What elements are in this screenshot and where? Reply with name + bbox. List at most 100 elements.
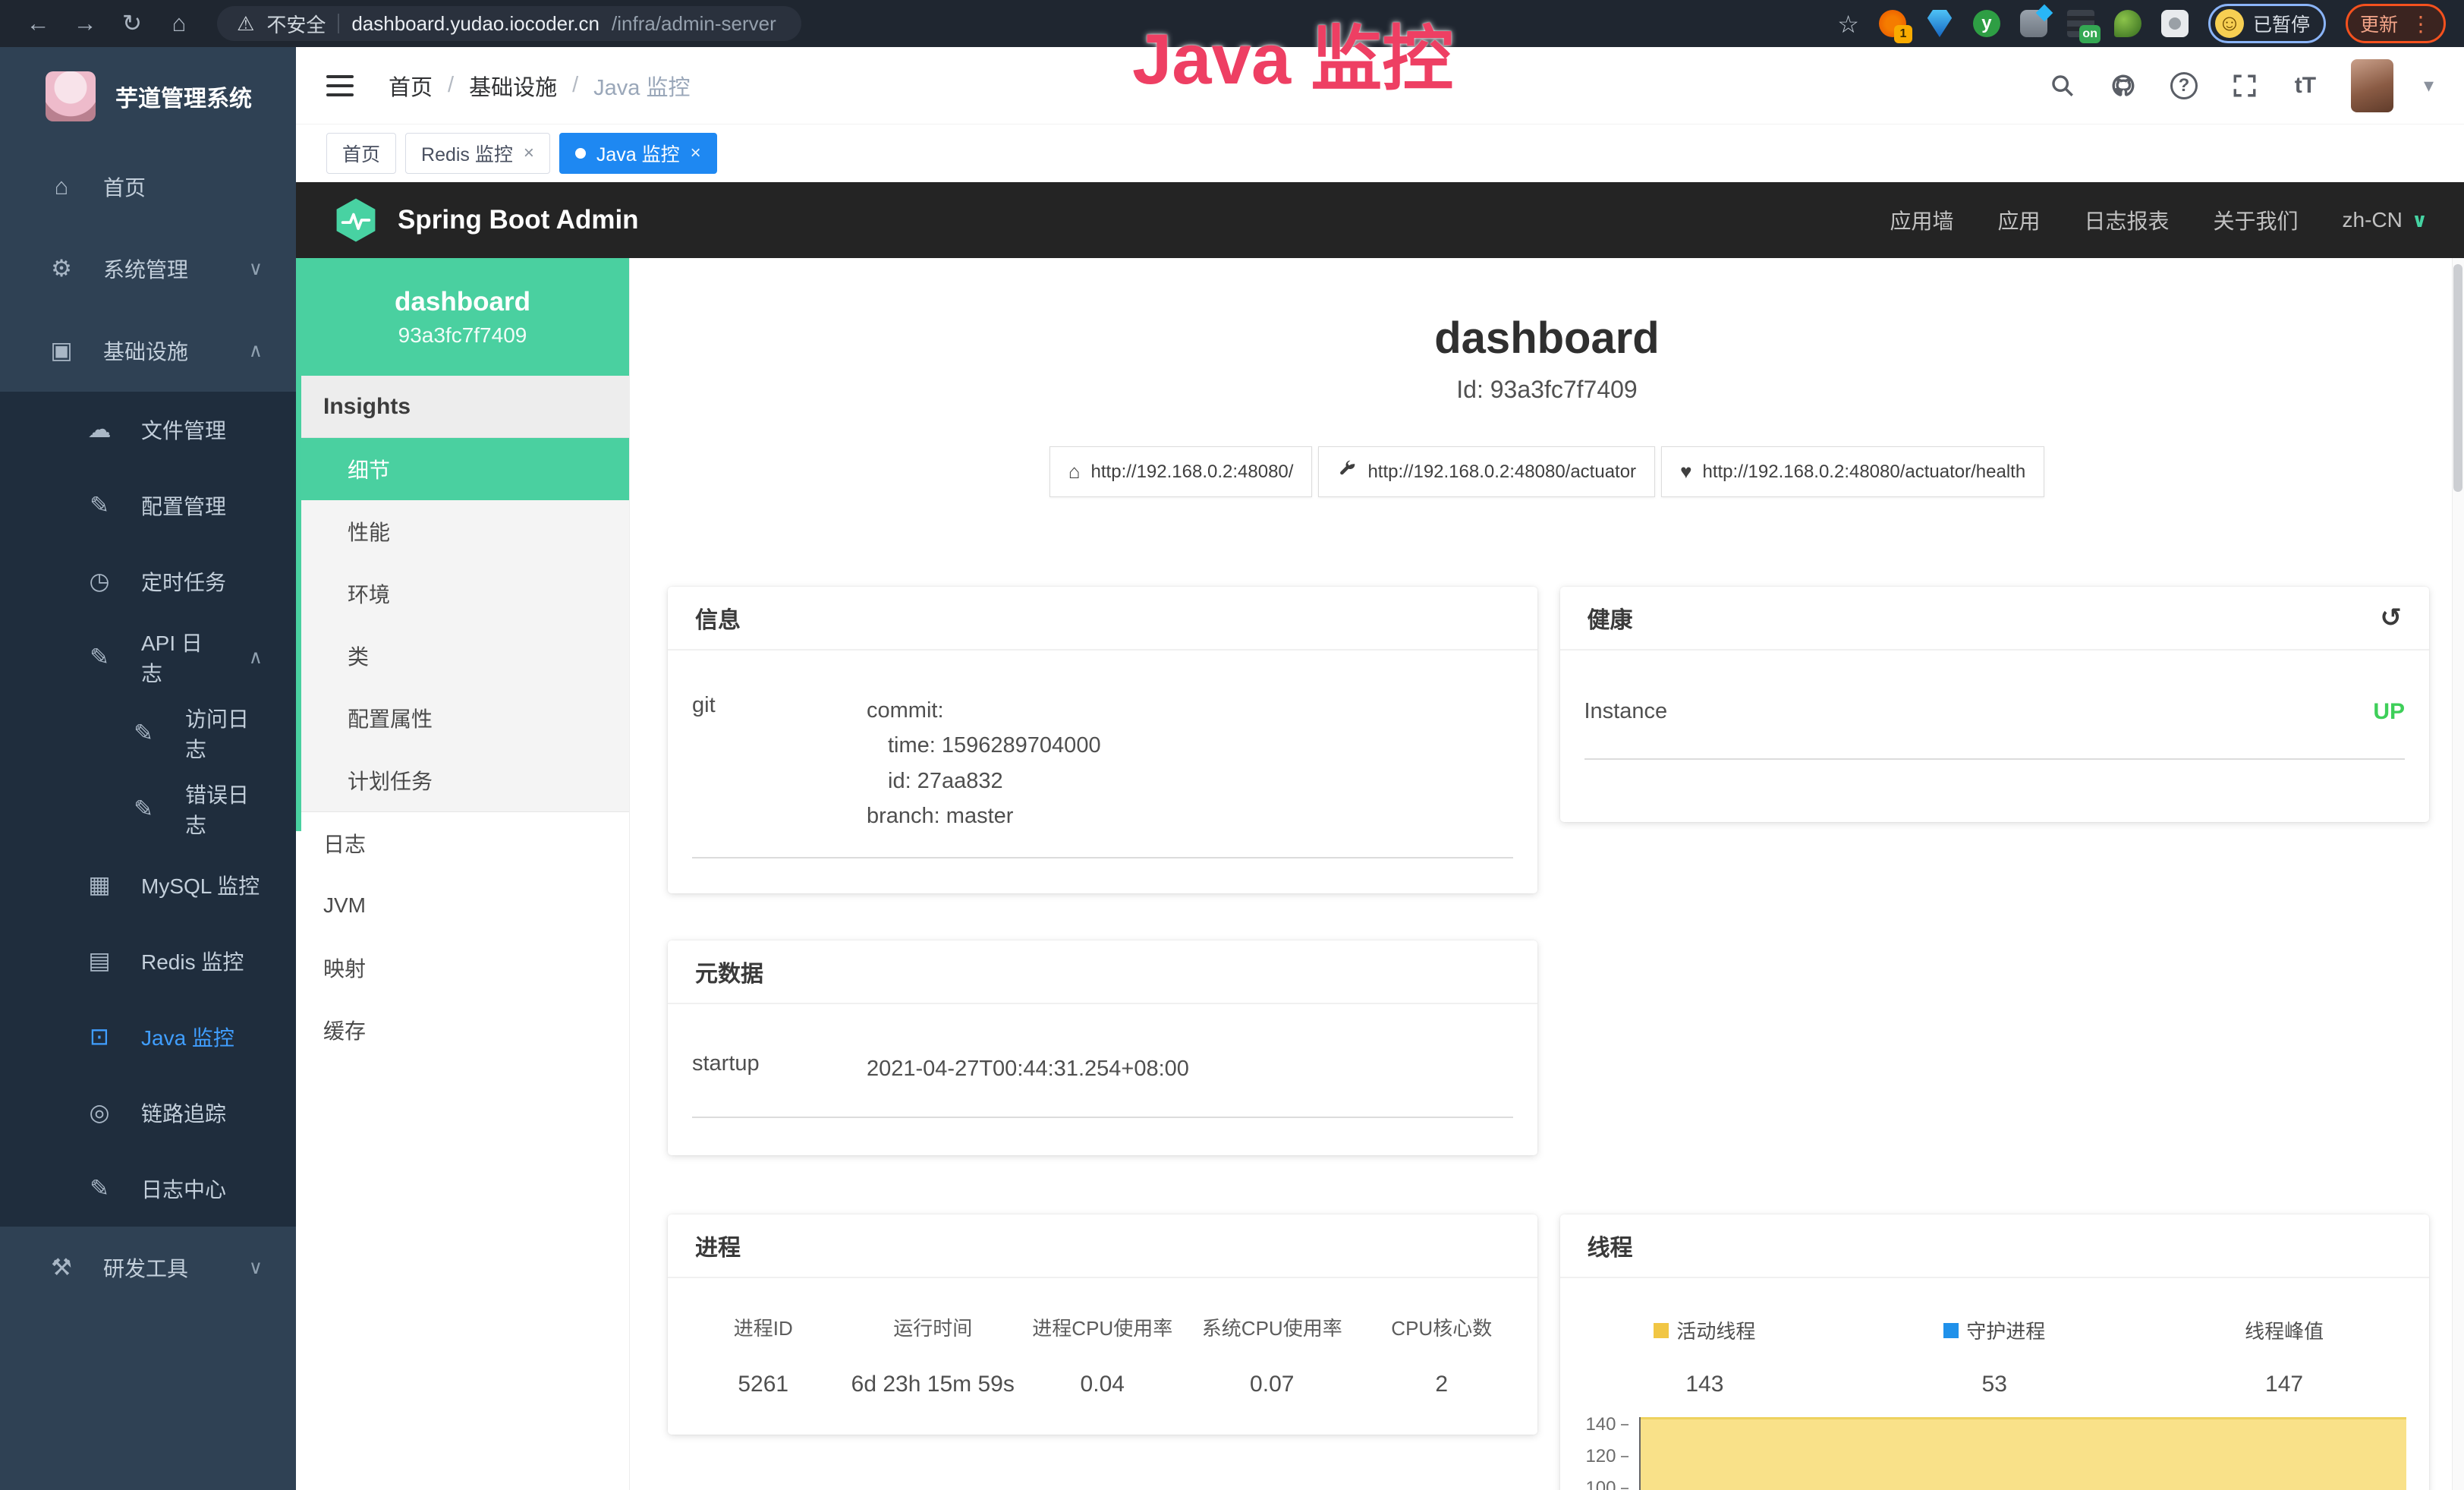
extension-y-glyph: y <box>1981 13 1991 34</box>
security-label[interactable]: 不安全 <box>266 10 326 38</box>
startup-label: startup <box>692 1051 867 1086</box>
subnav-item-configprops[interactable]: 配置属性 <box>296 687 629 749</box>
sidebar-item-home[interactable]: ⌂ 首页 <box>0 146 296 228</box>
instance-header[interactable]: dashboard 93a3fc7f7409 <box>296 258 629 376</box>
history-icon[interactable]: ↺ <box>2381 603 2403 633</box>
forward-icon[interactable]: → <box>65 10 105 37</box>
refresh-icon[interactable]: ↻ <box>112 10 152 37</box>
sidebar-item-jobs[interactable]: ◷ 定时任务 <box>0 543 296 619</box>
startup-value: 2021-04-27T00:44:31.254+08:00 <box>867 1051 1189 1086</box>
extension-icon-pin[interactable] <box>1926 10 1953 37</box>
subnav-item-classes[interactable]: 类 <box>296 625 629 687</box>
heartbeat-icon: ♥ <box>1680 460 1691 484</box>
sidebar-logo-row[interactable]: 芋道管理系统 <box>0 47 296 146</box>
content-pane: 首页 / 基础设施 / Java 监控 ? <box>296 47 2464 1490</box>
service-url-button[interactable]: ⌂ http://192.168.0.2:48080/ <box>1049 446 1313 497</box>
search-icon[interactable] <box>2047 71 2078 101</box>
subnav-item-logs[interactable]: 日志 <box>296 812 629 874</box>
extension-icon-y[interactable]: y <box>1973 10 2000 37</box>
security-warning-icon[interactable]: ⚠ <box>237 12 254 36</box>
tab-redis-monitor[interactable]: Redis 监控 × <box>405 133 550 174</box>
font-size-icon[interactable]: tT <box>2290 71 2321 101</box>
sidebar-item-access-log[interactable]: ✎ 访问日志 <box>0 695 296 771</box>
omnibox-divider <box>338 14 339 33</box>
breadcrumb-infra[interactable]: 基础设施 <box>469 70 557 102</box>
sidebar-item-label: 定时任务 <box>141 566 226 597</box>
language-label: zh-CN <box>2343 208 2403 232</box>
sidebar-item-label: 首页 <box>103 172 146 202</box>
sidebar-item-java-monitor[interactable]: ⊡ Java 监控 <box>0 999 296 1075</box>
address-bar[interactable]: ⚠ 不安全 dashboard.yudao.iocoder.cn/infra/a… <box>217 6 801 41</box>
avatar[interactable] <box>2351 59 2393 112</box>
url-path[interactable]: /infra/admin-server <box>612 12 776 36</box>
tab-java-monitor[interactable]: Java 监控 × <box>559 133 717 174</box>
browser-menu-icon[interactable]: ⋮ <box>2410 11 2431 36</box>
health-url-button[interactable]: ♥ http://192.168.0.2:48080/actuator/heal… <box>1661 446 2044 497</box>
subnav-item-details[interactable]: 细节 <box>296 438 629 500</box>
sidebar-item-config[interactable]: ✎ 配置管理 <box>0 468 296 543</box>
sba-link-about[interactable]: 关于我们 <box>2214 205 2299 235</box>
tab-home[interactable]: 首页 <box>326 133 396 174</box>
extensions-puzzle-icon[interactable] <box>2161 10 2189 37</box>
sidebar-item-error-log[interactable]: ✎ 错误日志 <box>0 771 296 847</box>
close-icon[interactable]: × <box>691 143 701 164</box>
metadata-card: 元数据 startup 2021-04-27T00:44:31.254+08:0… <box>668 940 1537 1155</box>
sba-body: dashboard 93a3fc7f7409 Insights 细节 性能 环境… <box>296 258 2464 1490</box>
subnav-item-scheduled-tasks[interactable]: 计划任务 <box>296 749 629 811</box>
subnav-item-metrics[interactable]: 性能 <box>296 500 629 562</box>
back-icon[interactable]: ← <box>18 10 58 37</box>
subnav-item-jvm[interactable]: JVM <box>296 874 629 937</box>
subnav-scrollbar[interactable] <box>296 376 301 831</box>
sba-sidenav: dashboard 93a3fc7f7409 Insights 细节 性能 环境… <box>296 258 630 1490</box>
subnav-item-caches[interactable]: 缓存 <box>296 999 629 1061</box>
caret-down-icon[interactable]: ▾ <box>2424 74 2434 97</box>
breadcrumb-home[interactable]: 首页 <box>389 70 433 102</box>
sidebar-item-api-log[interactable]: ✎ API 日志 ∧ <box>0 619 296 695</box>
extension-icon-grid[interactable] <box>2020 10 2047 37</box>
monitor-icon: ▣ <box>47 337 76 364</box>
sba-link-journal[interactable]: 日志报表 <box>2085 205 2170 235</box>
bookmark-star-icon[interactable]: ☆ <box>1837 10 1859 37</box>
info-git-value: commit: time: 1596289704000 id: 27aa832 … <box>867 693 1101 834</box>
sidebar-item-devtools[interactable]: ⚒ 研发工具 ∨ <box>0 1227 296 1309</box>
sidebar-item-files[interactable]: ☁ 文件管理 <box>0 392 296 468</box>
github-icon[interactable] <box>2108 71 2138 101</box>
info-card: 信息 git commit: time: 1596289704000 id: 2… <box>668 587 1537 893</box>
legend-peak-threads: 线程峰值 <box>2139 1316 2429 1344</box>
profile-paused-pill[interactable]: ☺ 已暂停 <box>2208 4 2326 43</box>
extension-icon-orange[interactable]: 1 <box>1879 10 1906 37</box>
fullscreen-icon[interactable] <box>2230 71 2260 101</box>
sidebar-item-system[interactable]: ⚙ 系统管理 ∨ <box>0 228 296 310</box>
legend-label: 守护进程 <box>1966 1316 2045 1344</box>
browser-home-icon[interactable]: ⌂ <box>159 10 199 37</box>
hamburger-icon[interactable] <box>326 75 354 96</box>
screen: ← → ↻ ⌂ ⚠ 不安全 dashboard.yudao.iocoder.cn… <box>0 0 2464 1490</box>
language-select[interactable]: zh-CN ∨ <box>2343 208 2428 232</box>
url-host[interactable]: dashboard.yudao.iocoder.cn <box>351 12 599 36</box>
sba-link-wallboard[interactable]: 应用墙 <box>1890 205 1953 235</box>
sidebar-item-label: 错误日志 <box>185 779 263 840</box>
process-col-cores: CPU核心数 2 <box>1357 1313 1527 1397</box>
help-icon[interactable]: ? <box>2169 71 2199 101</box>
home-icon: ⌂ <box>47 173 76 200</box>
sba-brand-title[interactable]: Spring Boot Admin <box>398 205 639 235</box>
close-icon[interactable]: × <box>524 143 534 164</box>
sba-link-applications[interactable]: 应用 <box>1997 205 2040 235</box>
actuator-url-button[interactable]: http://192.168.0.2:48080/actuator <box>1318 446 1655 497</box>
sidebar-item-trace[interactable]: ◎ 链路追踪 <box>0 1075 296 1151</box>
extension-icon-leaf[interactable] <box>2114 10 2141 37</box>
sidebar-item-infra[interactable]: ▣ 基础设施 ∧ <box>0 310 296 392</box>
sidebar-item-log-center[interactable]: ✎ 日志中心 <box>0 1151 296 1227</box>
cloud-upload-icon: ☁ <box>85 416 114 443</box>
extension-icon-switch[interactable]: on <box>2067 10 2094 37</box>
chrome-update-button[interactable]: 更新 ⋮ <box>2346 4 2446 43</box>
legend-swatch-blue <box>1943 1323 1959 1338</box>
database-icon: ▦ <box>85 871 114 899</box>
sidebar-item-redis[interactable]: ▤ Redis 监控 <box>0 923 296 999</box>
scrollbar-thumb[interactable] <box>2453 264 2462 492</box>
subnav-item-mappings[interactable]: 映射 <box>296 937 629 999</box>
tab-label: Redis 监控 <box>421 140 513 167</box>
content-scrollbar[interactable] <box>2452 258 2464 1490</box>
sidebar-item-mysql[interactable]: ▦ MySQL 监控 <box>0 847 296 923</box>
subnav-item-env[interactable]: 环境 <box>296 562 629 625</box>
